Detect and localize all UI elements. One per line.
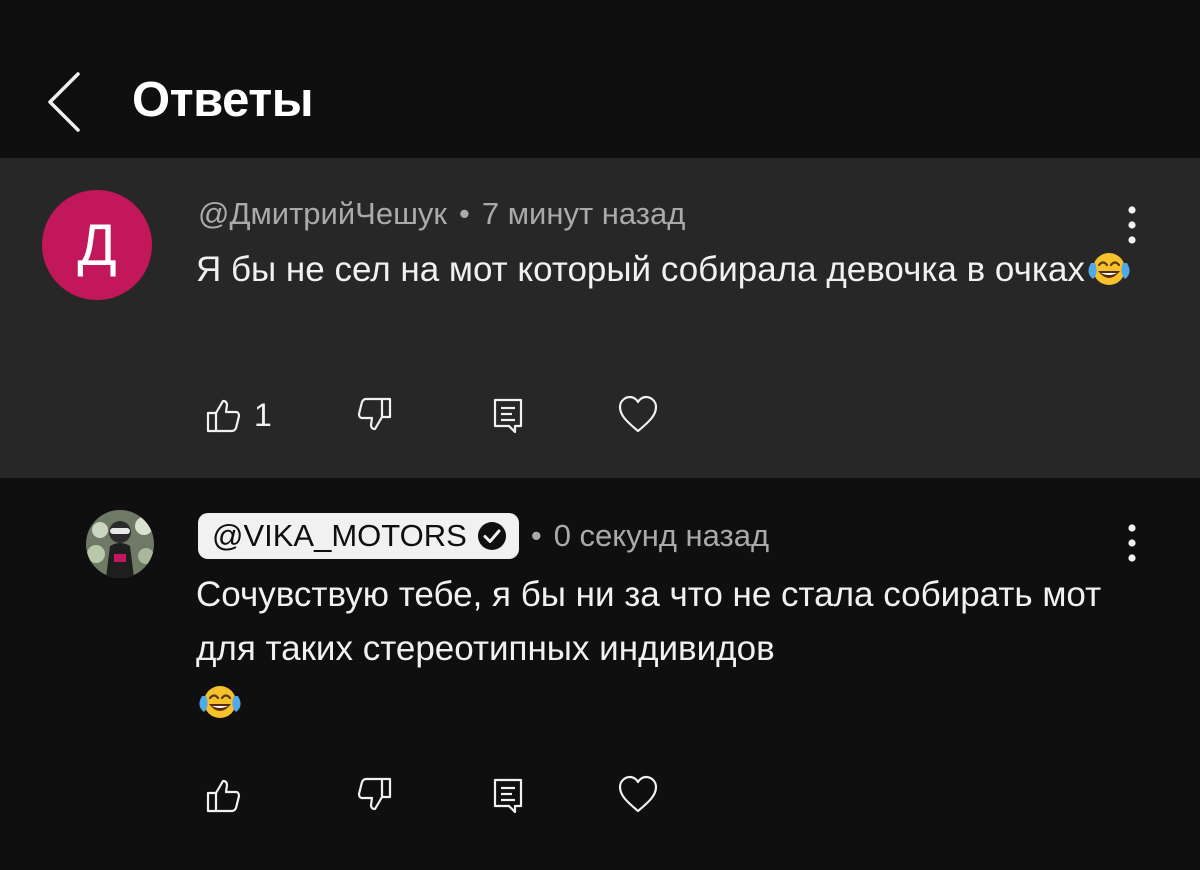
comment-body: Сочувствую тебе, я бы ни за что не стала… (196, 575, 1102, 668)
meta-separator: • (459, 196, 470, 231)
comment-time: 0 секунд назад (553, 518, 770, 553)
reply-button[interactable] (486, 770, 530, 820)
tears-of-joy-emoji (196, 682, 244, 720)
creator-author-badge[interactable]: @VIKA_MOTORS (198, 513, 519, 559)
heart-icon (618, 395, 658, 433)
comment-meta: @VIKA_MOTORS • 0 секунд назад (198, 512, 769, 560)
comment-text: Я бы не сел на мот который собирала дево… (196, 243, 1136, 297)
dislike-button[interactable] (352, 770, 396, 820)
heart-button[interactable] (616, 390, 660, 440)
tears-of-joy-emoji (1085, 249, 1133, 287)
dislike-button[interactable] (352, 390, 396, 440)
like-count: 1 (254, 396, 272, 433)
back-button[interactable] (38, 66, 94, 136)
comment-text: Сочувствую тебе, я бы ни за что не стала… (196, 568, 1146, 730)
more-vertical-icon (1128, 524, 1136, 562)
reply-icon (493, 778, 523, 814)
reply-button[interactable] (486, 390, 530, 440)
like-button[interactable]: 1 (202, 390, 272, 440)
comment-dmitriy: Д @ДмитрийЧешук • 7 минут назад Я бы не … (0, 158, 1200, 478)
thumbs-down-icon (357, 397, 392, 431)
thumbs-down-icon (357, 777, 392, 811)
page-title: Ответы (132, 73, 314, 127)
comment-author: @VIKA_MOTORS (212, 518, 467, 553)
thumbs-up-icon (206, 779, 241, 813)
more-options-button[interactable] (1112, 516, 1152, 572)
reply-icon (493, 398, 523, 434)
comment-author[interactable]: @ДмитрийЧешук (198, 196, 447, 232)
chevron-left-icon (48, 72, 80, 132)
thumbs-up-icon (206, 399, 241, 433)
comment-actions: 1 (196, 390, 896, 440)
comment-vika-motors: @VIKA_MOTORS • 0 секунд назад Сочувствую… (0, 478, 1200, 870)
comment-actions (196, 770, 896, 820)
header: Ответы (0, 0, 1200, 158)
heart-icon (618, 775, 658, 813)
meta-separator: • (530, 518, 542, 553)
replies-page: Ответы Д @ДмитрийЧешук • 7 минут назад Я… (0, 0, 1200, 870)
comment-meta: @ДмитрийЧешук • 7 минут назад (198, 194, 685, 234)
avatar[interactable] (86, 510, 154, 578)
avatar[interactable]: Д (42, 190, 152, 300)
comment-body: Я бы не сел на мот который собирала дево… (196, 250, 1085, 289)
like-button[interactable] (202, 770, 254, 820)
avatar-letter: Д (77, 212, 117, 278)
heart-button[interactable] (616, 770, 660, 820)
comment-time: 7 минут назад (481, 196, 686, 231)
avatar-photo-image (86, 510, 154, 578)
verified-check-icon (477, 522, 506, 550)
